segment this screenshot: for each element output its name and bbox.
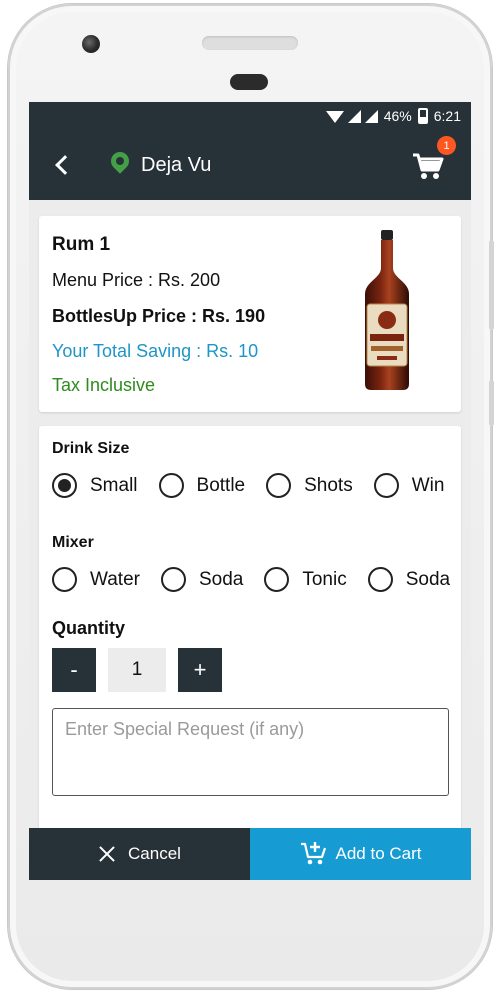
wifi-icon — [325, 110, 344, 123]
battery-icon — [417, 108, 428, 124]
decrease-quantity-button[interactable]: - — [52, 648, 96, 692]
front-camera — [82, 35, 100, 53]
radio-icon — [367, 567, 393, 592]
option-label: Small — [90, 474, 138, 496]
volume-button — [489, 240, 494, 330]
quantity-stepper: - 1 + — [52, 648, 448, 692]
options-card: Drink Size Small Bottle Shots Win Mixer … — [39, 426, 461, 846]
drink-size-label: Drink Size — [52, 440, 130, 457]
cancel-label: Cancel — [128, 844, 181, 863]
app-bar: Deja Vu 1 — [29, 130, 471, 200]
clock: 6:21 — [433, 108, 461, 124]
cart-button[interactable] — [411, 150, 445, 182]
mixer-option-tonic[interactable]: Tonic — [264, 567, 347, 592]
signal-icons — [325, 109, 378, 123]
proximity-sensor — [230, 74, 268, 90]
radio-icon — [266, 473, 292, 498]
cancel-button[interactable]: Cancel — [29, 828, 250, 880]
drink-size-group: Small Bottle Shots Win — [52, 473, 450, 498]
radio-icon — [158, 473, 184, 498]
venue-title: Deja Vu — [141, 153, 212, 176]
radio-icon — [264, 567, 290, 592]
mixer-option-water[interactable]: Water — [52, 567, 140, 592]
radio-icon — [160, 567, 186, 592]
power-button — [489, 380, 494, 426]
app-screen: 46% 6:21 Deja Vu 1 Rum 1 Menu Price : Rs… — [29, 102, 471, 880]
battery-percent: 46% — [383, 108, 412, 124]
drink-size-option-shots[interactable]: Shots — [266, 473, 353, 498]
option-label: Soda — [405, 568, 450, 590]
close-icon — [98, 845, 116, 863]
special-request-input[interactable] — [52, 708, 449, 796]
drink-size-option-small[interactable]: Small — [52, 473, 138, 498]
quantity-label: Quantity — [52, 618, 126, 638]
mixer-group: Water Soda Tonic Soda — [52, 567, 450, 592]
bottom-action-bar: Cancel Add to Cart — [29, 828, 471, 880]
option-label: Water — [90, 568, 140, 590]
mixer-label: Mixer — [52, 534, 94, 551]
add-to-cart-label: Add to Cart — [335, 844, 422, 863]
location-pin-icon — [107, 148, 133, 178]
earpiece-speaker — [202, 36, 298, 50]
option-label: Bottle — [196, 474, 246, 496]
status-bar: 46% 6:21 — [29, 102, 471, 130]
radio-selected-icon — [52, 473, 77, 498]
option-label: Tonic — [302, 568, 347, 590]
option-label: Shots — [304, 474, 353, 496]
cart-count-badge: 1 — [437, 136, 456, 155]
back-arrow-icon[interactable] — [55, 155, 75, 175]
shopping-cart-icon — [413, 153, 444, 179]
mixer-option-soda-2[interactable]: Soda — [367, 567, 450, 592]
rum-bottle-image — [365, 230, 409, 390]
quantity-value: 1 — [108, 648, 166, 692]
mixer-option-soda[interactable]: Soda — [160, 567, 244, 592]
content-area: Rum 1 Menu Price : Rs. 200 BottlesUp Pri… — [29, 200, 471, 846]
radio-icon — [52, 567, 77, 592]
option-label: Soda — [198, 568, 244, 590]
increase-quantity-button[interactable]: + — [178, 648, 222, 692]
drink-size-option-win[interactable]: Win — [373, 473, 445, 498]
radio-icon — [373, 473, 399, 498]
add-to-cart-button[interactable]: Add to Cart — [250, 828, 471, 880]
cell-signal-2-icon — [364, 109, 378, 123]
add-to-cart-icon — [300, 842, 326, 865]
cell-signal-icon — [347, 109, 361, 123]
drink-size-option-bottle[interactable]: Bottle — [158, 473, 246, 498]
option-label: Win — [411, 474, 445, 496]
product-card: Rum 1 Menu Price : Rs. 200 BottlesUp Pri… — [39, 216, 461, 412]
